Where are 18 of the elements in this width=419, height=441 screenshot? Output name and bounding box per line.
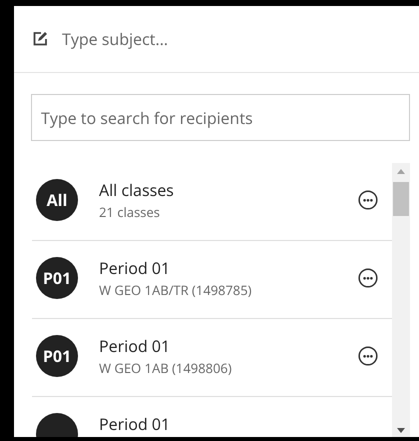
more-options-icon[interactable] (358, 346, 378, 366)
recipient-subtitle: W GEO 1AB/TR (1498785) (99, 281, 253, 299)
recipient-title: Period 01 (99, 257, 172, 279)
more-options-icon[interactable] (358, 268, 378, 288)
edit-icon (32, 31, 48, 47)
scrollbar-thumb[interactable] (393, 182, 409, 216)
search-field[interactable]: Type to search for recipients (31, 94, 410, 141)
avatar: P01 (36, 335, 78, 377)
recipient-title: Period 01 (99, 413, 172, 435)
avatar: P01 (36, 257, 78, 299)
more-options-icon[interactable] (358, 190, 378, 210)
avatar: All (36, 179, 78, 221)
scrollbar[interactable] (392, 163, 410, 437)
recipient-title: All classes (99, 179, 175, 201)
recipient-subtitle: 21 classes (99, 203, 161, 221)
recipient-subtitle: W GEO 1AB (1498806) (99, 359, 233, 377)
recipient-title: Period 01 (99, 335, 172, 357)
scroll-down-icon[interactable] (397, 428, 405, 433)
